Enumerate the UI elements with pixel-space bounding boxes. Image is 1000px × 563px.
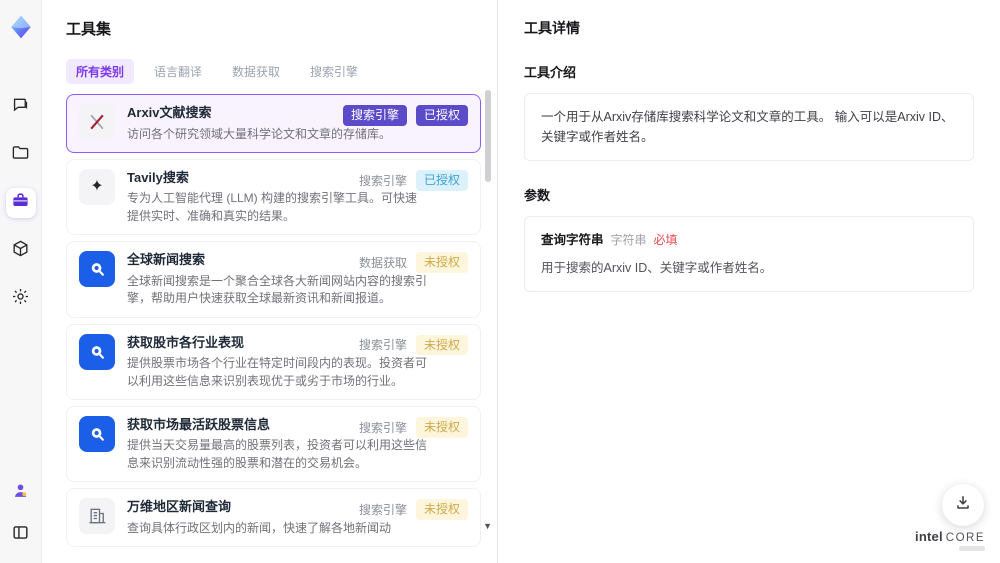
scrollbar-thumb[interactable] (485, 90, 491, 182)
tool-description: 专为人工智能代理 (LLM) 构建的搜索引擎工具。可快速提供实时、准确和真实的结… (127, 191, 418, 223)
parameter-type: 字符串 (610, 233, 647, 247)
tab-all-categories[interactable]: 所有类别 (66, 59, 135, 84)
tool-description: 提供当天交易量最高的股票列表，投资者可以利用这些信息来识别流动性强的股票和潜在的… (127, 438, 428, 470)
category-label: 搜索引擎 (358, 173, 407, 188)
tool-detail-panel: 工具详情 工具介绍 一个用于从Arxiv存储库搜索科学论文和文章的工具。 输入可… (497, 0, 1000, 563)
news-building-icon (79, 498, 115, 535)
diamond-gem-icon (8, 14, 34, 40)
scroll-down-icon[interactable]: ▼ (483, 522, 492, 531)
sidebar-item-collapse[interactable] (7, 521, 35, 549)
status-badge: 未授权 (415, 416, 468, 438)
globe-search-icon (79, 333, 115, 370)
category-label: 搜索引擎 (358, 420, 407, 435)
tool-card-tavily[interactable]: ✦ Tavily搜索 专为人工智能代理 (LLM) 构建的搜索引擎工具。可快速提… (66, 158, 481, 236)
four-point-star-icon: ✦ (79, 168, 115, 205)
tool-description: 查询具体行政区划内的新闻，快速了解各地新闻动 (127, 520, 392, 535)
parameter-description: 用于搜索的Arxiv ID、关键字或作者姓名。 (541, 261, 773, 276)
globe-search-icon (79, 251, 115, 288)
parameter-box: 查询字符串 字符串 必填 用于搜索的Arxiv ID、关键字或作者姓名。 (524, 216, 974, 293)
tool-description: 提供股票市场各个行业在特定时间段内的表现。投资者可以利用这些信息来识别表现优于或… (127, 356, 428, 388)
folder-icon (11, 143, 30, 167)
intel-core-logo: intel core (915, 529, 985, 551)
sidebar-nav (5, 92, 36, 314)
intro-section-heading: 工具介绍 (524, 65, 577, 80)
parameter-required-flag: 必填 (653, 233, 678, 247)
brand-subscript-mark (959, 546, 985, 551)
tool-card-global-news[interactable]: 全球新闻搜索 全球新闻搜索是一个聚合全球各大新闻网站内容的搜索引擎，帮助用户快速… (66, 241, 481, 318)
tab-data-fetch[interactable]: 数据获取 (222, 59, 290, 84)
detail-panel-title: 工具详情 (524, 20, 580, 36)
sidebar (0, 0, 42, 563)
panel-toggle-icon (11, 523, 30, 547)
status-badge: 已授权 (415, 105, 468, 126)
sidebar-bottom (7, 479, 35, 549)
parameter-name: 查询字符串 (541, 233, 604, 247)
list-scrollbar[interactable]: ▼ (483, 88, 492, 563)
globe-search-icon (79, 415, 115, 452)
category-label: 搜索引擎 (358, 338, 407, 353)
sidebar-item-account[interactable] (7, 479, 35, 507)
status-badge: 未授权 (415, 499, 468, 521)
tool-intro-box: 一个用于从Arxiv存储库搜索科学论文和文章的工具。 输入可以是Arxiv ID… (524, 93, 974, 161)
tab-language-translation[interactable]: 语言翻译 (144, 59, 212, 84)
tab-search-engine[interactable]: 搜索引擎 (300, 59, 368, 84)
chat-icon (11, 95, 30, 119)
cube-icon (11, 239, 30, 263)
download-button[interactable] (942, 484, 984, 526)
core-wordmark: core (945, 532, 985, 544)
category-badge: 搜索引擎 (342, 105, 407, 126)
sidebar-item-chat[interactable] (6, 92, 36, 122)
status-badge: 已授权 (415, 169, 468, 191)
tool-card-arxiv[interactable]: Arxiv文献搜索 访问各个研究领域大量科学论文和文章的存储库。 搜索引擎 已授… (66, 94, 481, 153)
sidebar-item-files[interactable] (6, 140, 36, 170)
tool-card-active-stocks[interactable]: 获取市场最活跃股票信息 提供当天交易量最高的股票列表，投资者可以利用这些信息来识… (66, 405, 481, 483)
intel-wordmark: intel (915, 529, 943, 544)
tool-description: 访问各个研究领域大量科学论文和文章的存储库。 (127, 126, 392, 141)
gear-icon (11, 287, 30, 311)
sidebar-item-tools[interactable] (5, 188, 36, 218)
params-section-heading: 参数 (524, 188, 551, 203)
download-icon (953, 493, 973, 518)
category-label: 搜索引擎 (358, 503, 407, 518)
tool-card-regional-news[interactable]: 万维地区新闻查询 查询具体行政区划内的新闻，快速了解各地新闻动 搜索引擎 未授权 (66, 488, 481, 548)
tool-card-sector-performance[interactable]: 获取股市各行业表现 提供股票市场各个行业在特定时间段内的表现。投资者可以利用这些… (66, 323, 481, 400)
page-title: 工具集 (66, 21, 112, 38)
sidebar-item-settings[interactable] (6, 284, 36, 314)
status-badge: 未授权 (415, 334, 468, 356)
tool-description: 全球新闻搜索是一个聚合全球各大新闻网站内容的搜索引擎，帮助用户快速获取全球最新资… (127, 273, 428, 306)
briefcase-icon (11, 191, 30, 215)
category-tabs: 所有类别 语言翻译 数据获取 搜索引擎 (66, 59, 481, 84)
category-label: 数据获取 (358, 256, 407, 271)
status-badge: 未授权 (415, 252, 468, 274)
arxiv-x-icon (79, 104, 115, 140)
tool-list: Arxiv文献搜索 访问各个研究领域大量科学论文和文章的存储库。 搜索引擎 已授… (66, 94, 481, 548)
user-avatar-icon (11, 481, 30, 505)
sidebar-item-models[interactable] (6, 236, 36, 266)
tools-panel: 工具集 所有类别 语言翻译 数据获取 搜索引擎 Arxiv文献搜索 访问各个研究… (42, 0, 497, 563)
